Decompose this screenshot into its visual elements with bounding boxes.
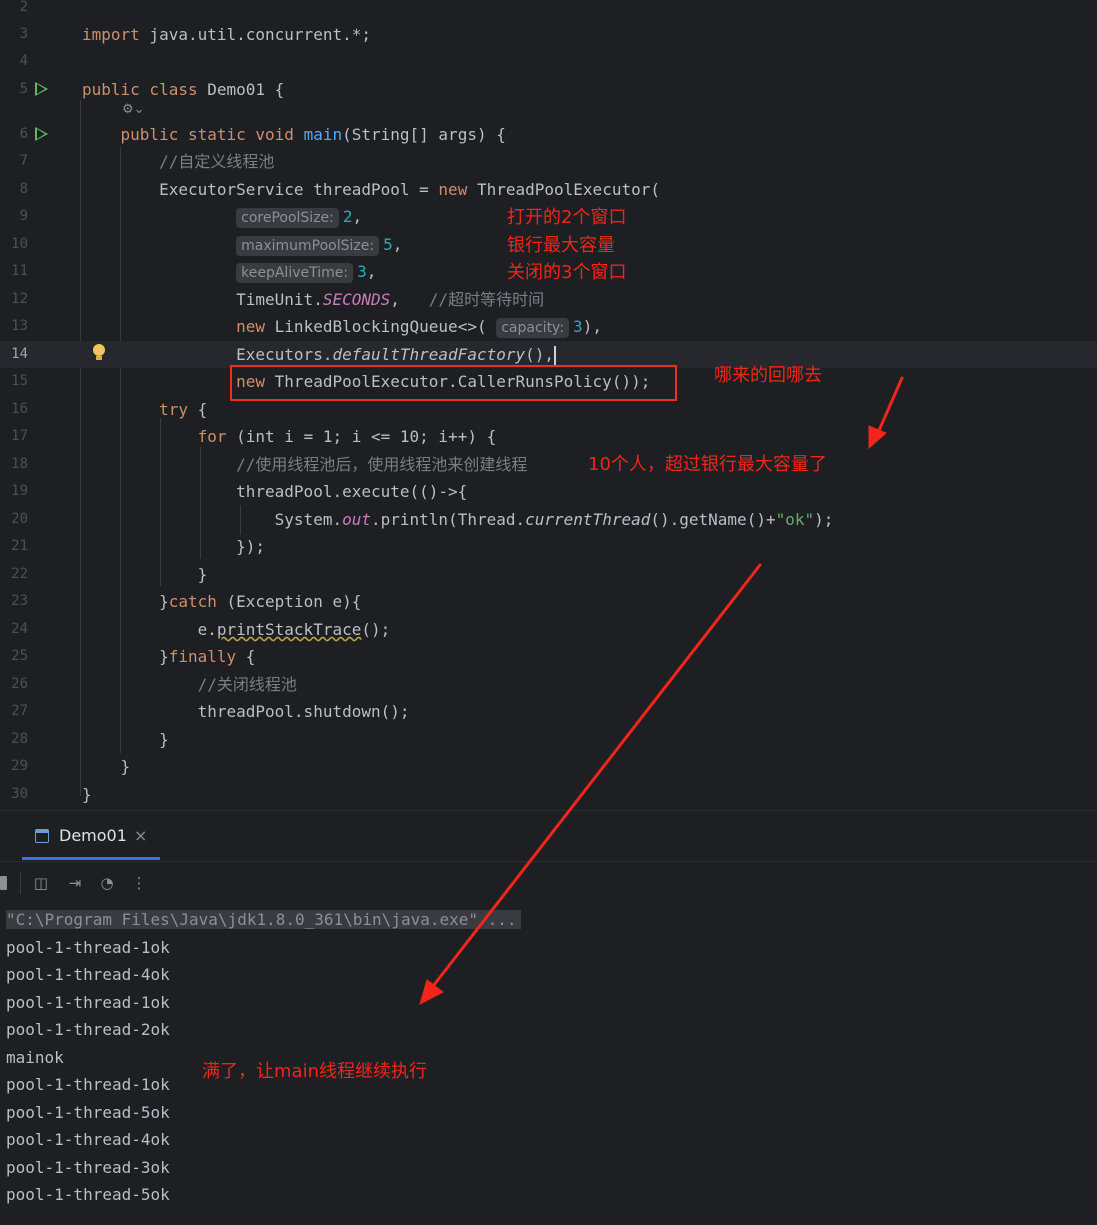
arrow-up-right-shaft (875, 376, 904, 437)
annotation-arrows (419, 376, 904, 1005)
arrow-long-head (419, 979, 444, 1005)
arrow-up-right-head (868, 425, 887, 450)
arrow-long-shaft (428, 563, 762, 992)
